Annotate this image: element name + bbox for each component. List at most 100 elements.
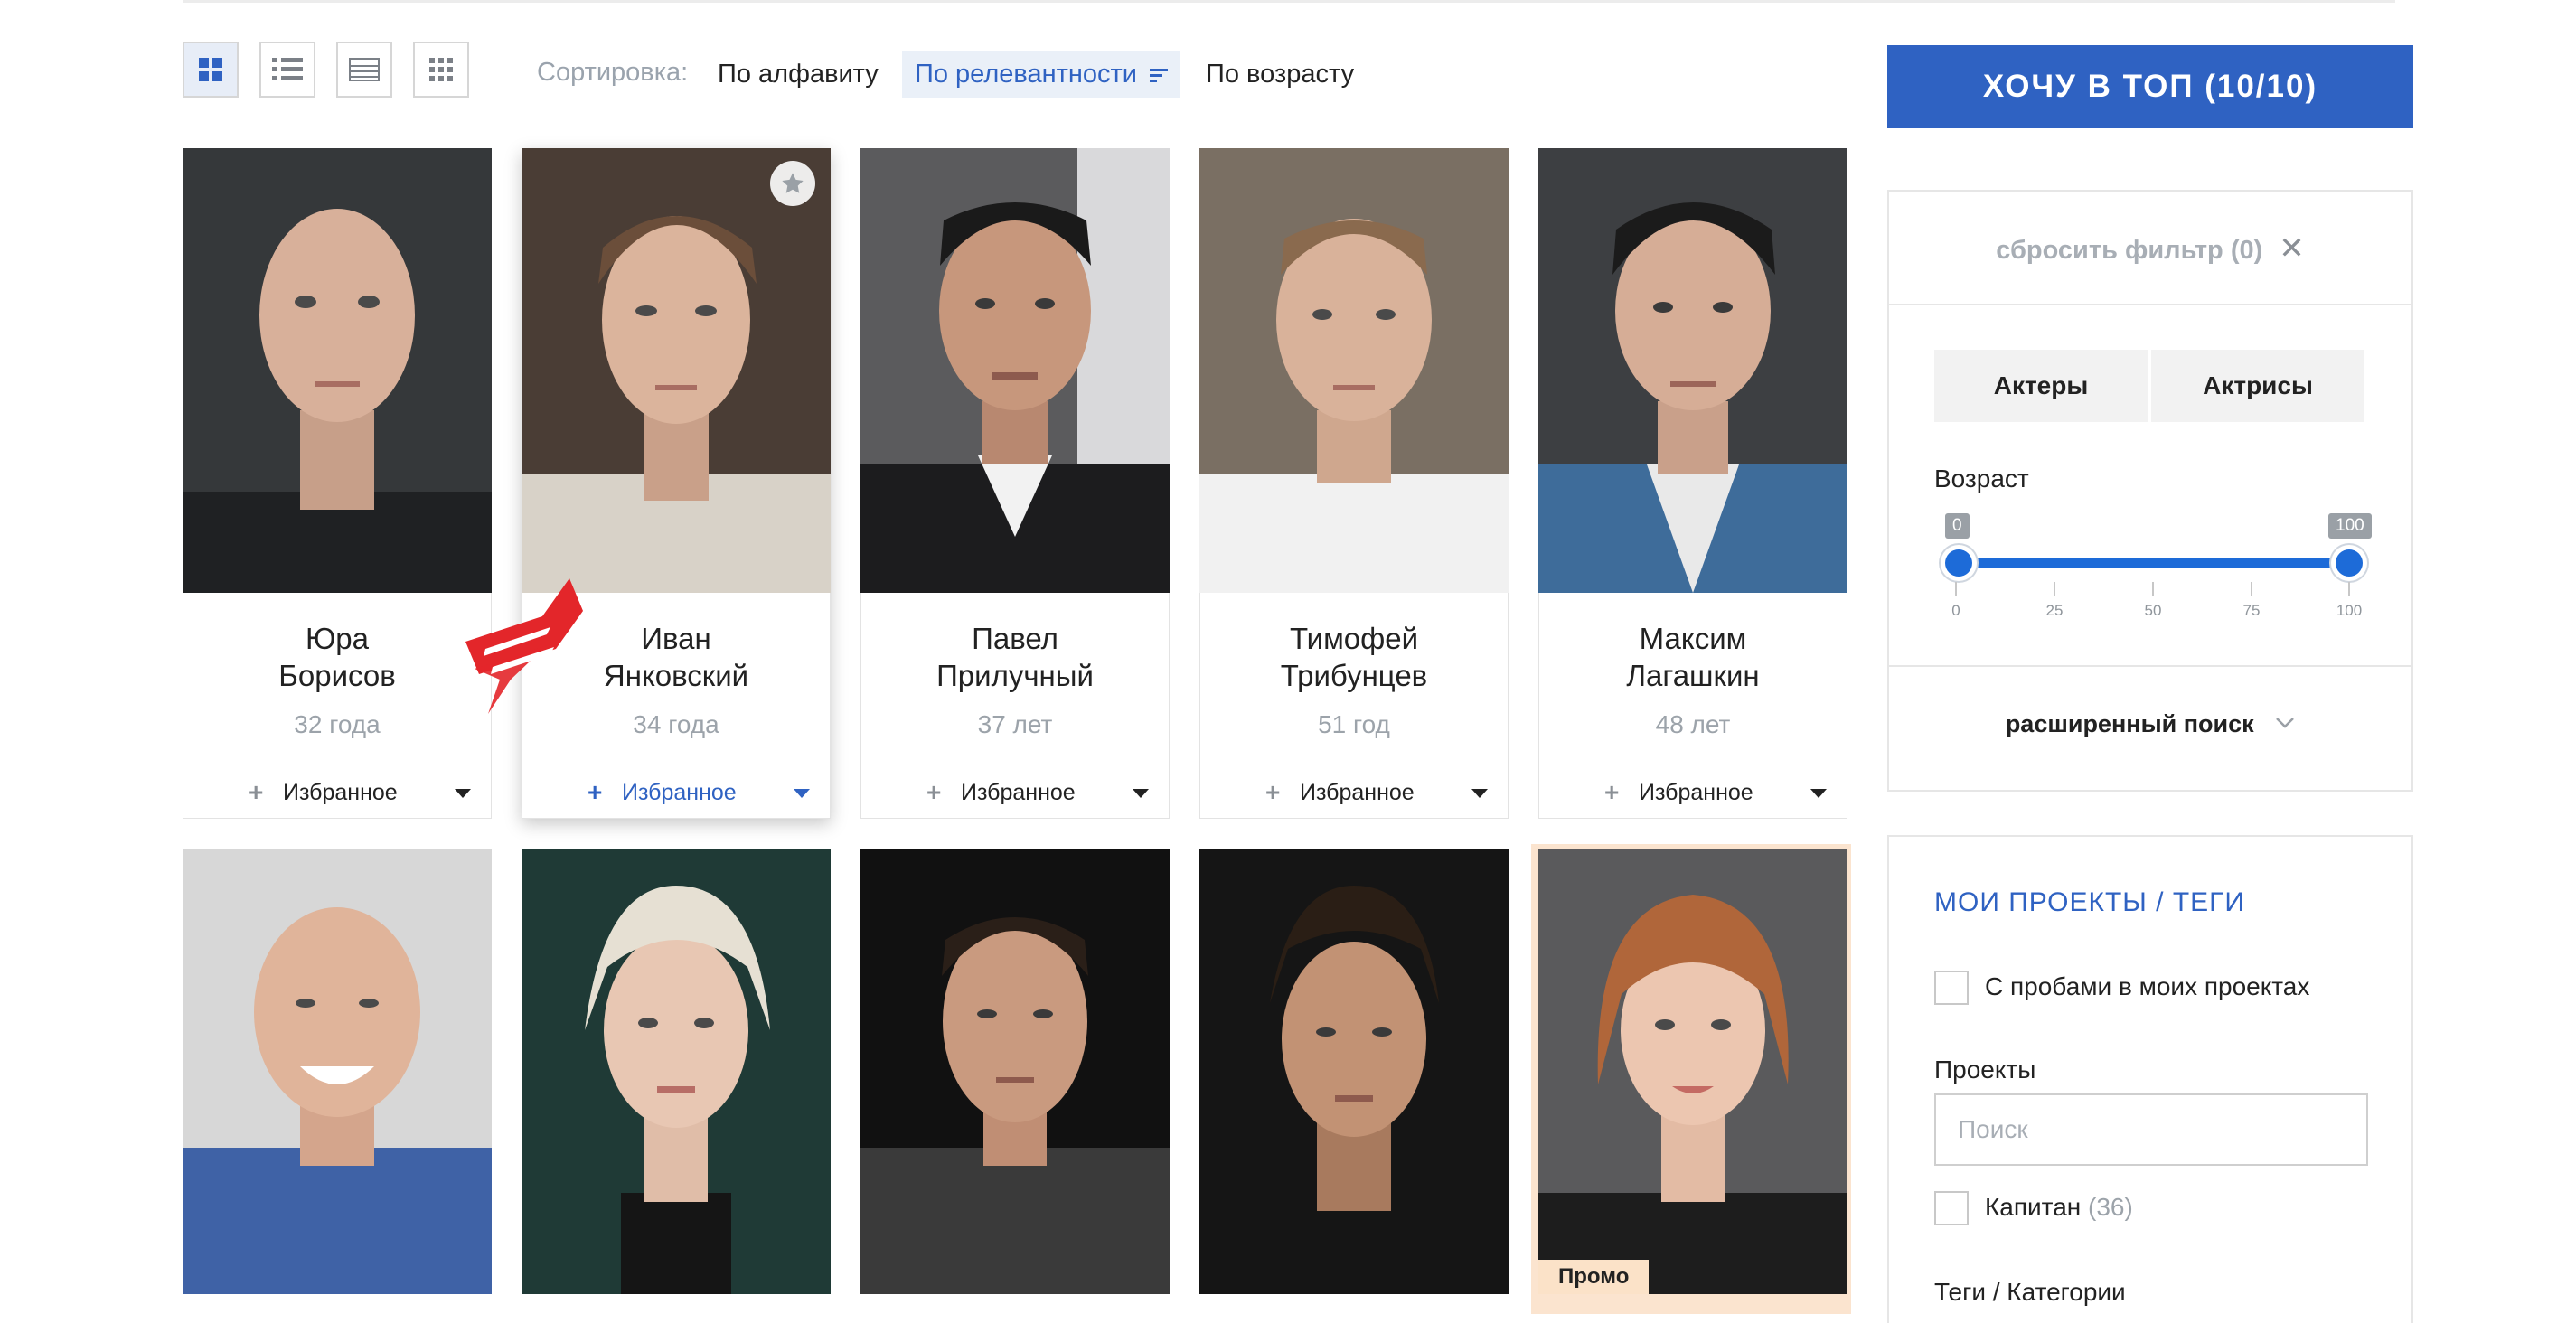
slider-tick-label: 0 xyxy=(1951,602,1960,619)
card-info: Тимофей Трибунцев 51 год + Избранное xyxy=(1199,593,1509,819)
sort-alphabet-option[interactable]: По алфавиту xyxy=(705,51,891,98)
panel-divider xyxy=(1889,665,2411,667)
actor-age: 51 год xyxy=(1318,710,1390,738)
actor-photo[interactable] xyxy=(183,849,492,1294)
card-info: Юра Борисов 32 года + Избранное xyxy=(183,593,492,819)
projects-section-title: МОИ ПРОЕКТЫ / ТЕГИ xyxy=(1934,887,2245,917)
slider-tick xyxy=(2348,582,2350,596)
age-slider-min-handle[interactable] xyxy=(1945,549,1972,577)
slider-tick xyxy=(2054,582,2055,596)
actor-card-promo[interactable]: Промо xyxy=(1538,849,1847,1305)
tags-label: Теги / Категории xyxy=(1934,1278,2126,1306)
reset-filter-label: сбросить фильтр (0) xyxy=(1996,236,2263,265)
actor-card[interactable]: Тимофей Трибунцев 51 год + Избранное xyxy=(1199,148,1509,819)
age-slider-max-handle[interactable] xyxy=(2336,549,2363,577)
actor-card[interactable]: Юра Борисов 32 года + Избранное xyxy=(183,148,492,819)
advanced-search-label: расширенный поиск xyxy=(2005,710,2254,737)
promo-badge: Промо xyxy=(1538,1260,1650,1294)
caret-down-icon[interactable] xyxy=(1471,789,1488,798)
plus-icon: + xyxy=(588,778,603,806)
actor-photo[interactable] xyxy=(860,148,1170,593)
favorite-button[interactable]: + Избранное xyxy=(1200,765,1508,819)
projects-label: Проекты xyxy=(1934,1056,2036,1084)
favorite-label: Избранное xyxy=(622,780,737,805)
sort-label: Сортировка: xyxy=(537,58,689,87)
slider-tick xyxy=(1955,582,1957,596)
card-info: Павел Прилучный 37 лет + Избранное xyxy=(860,593,1170,819)
plus-icon: + xyxy=(1604,778,1620,806)
actor-photo[interactable] xyxy=(522,849,831,1294)
age-min-value: 0 xyxy=(1945,513,1970,539)
actor-photo[interactable] xyxy=(1199,849,1509,1294)
plus-icon: + xyxy=(926,778,942,806)
plus-icon: + xyxy=(1265,778,1281,806)
star-button[interactable] xyxy=(770,161,815,206)
view-grid-large-button[interactable] xyxy=(183,42,239,98)
slider-tick-label: 50 xyxy=(2144,602,2162,619)
actor-card[interactable] xyxy=(183,849,492,1305)
caret-down-icon[interactable] xyxy=(1133,789,1149,798)
actor-photo[interactable]: 17 20 xyxy=(522,148,831,593)
slider-tick-label: 75 xyxy=(2242,602,2261,619)
age-slider-track[interactable] xyxy=(1954,558,2348,568)
tab-actresses[interactable]: Актрисы xyxy=(2151,350,2364,422)
actor-photo[interactable] xyxy=(860,849,1170,1294)
close-icon[interactable]: ✕ xyxy=(2279,192,2305,305)
project-item[interactable]: Капитан (36) xyxy=(1985,1193,2133,1222)
projects-search-input[interactable] xyxy=(1934,1093,2368,1166)
tab-actors[interactable]: Актеры xyxy=(1934,350,2148,422)
top-divider xyxy=(183,0,2395,3)
favorite-button[interactable]: + Избранное xyxy=(522,765,830,819)
actor-card[interactable] xyxy=(860,849,1170,1305)
actor-photo[interactable] xyxy=(1199,148,1509,593)
list-icon xyxy=(272,58,303,80)
actor-photo[interactable] xyxy=(183,148,492,593)
with-tests-checkbox[interactable] xyxy=(1934,971,1969,1005)
actor-card[interactable]: Павел Прилучный 37 лет + Избранное xyxy=(860,148,1170,819)
actor-photo[interactable] xyxy=(1538,148,1847,593)
view-grid-small-button[interactable] xyxy=(413,42,469,98)
want-top-button[interactable]: ХОЧУ В ТОП (10/10) xyxy=(1887,45,2413,128)
sort-age-option[interactable]: По возрасту xyxy=(1193,51,1367,98)
slider-tick xyxy=(2251,582,2252,596)
view-list-button[interactable] xyxy=(259,42,315,98)
actor-card[interactable]: Максим Лагашкин 48 лет + Избранное xyxy=(1538,148,1847,819)
favorite-label: Избранное xyxy=(961,780,1076,805)
with-tests-label[interactable]: С пробами в моих проектах xyxy=(1985,972,2309,1001)
actor-age: 37 лет xyxy=(977,710,1053,738)
actor-name[interactable]: Максим Лагашкин xyxy=(1539,620,1847,694)
slider-tick xyxy=(2152,582,2154,596)
favorite-button[interactable]: + Избранное xyxy=(861,765,1169,819)
age-filter-label: Возраст xyxy=(1934,464,2029,493)
slider-tick-label: 25 xyxy=(2045,602,2064,619)
filter-panel: сбросить фильтр (0) ✕ Актеры Актрисы Возр… xyxy=(1887,190,2413,792)
grid-small-icon xyxy=(429,58,453,81)
project-checkbox[interactable] xyxy=(1934,1191,1969,1225)
actor-card[interactable] xyxy=(522,849,831,1305)
sort-relevance-option[interactable]: По релевантности xyxy=(902,51,1181,98)
favorite-label: Избранное xyxy=(1639,780,1753,805)
table-icon xyxy=(349,58,380,81)
favorite-button[interactable]: + Избранное xyxy=(183,765,491,819)
view-table-button[interactable] xyxy=(336,42,392,98)
reset-filter-button[interactable]: сбросить фильтр (0) ✕ xyxy=(1889,192,2411,305)
project-name: Капитан xyxy=(1985,1193,2082,1221)
actor-name[interactable]: Павел Прилучный xyxy=(861,620,1169,694)
advanced-search-toggle[interactable]: расширенный поиск xyxy=(1889,710,2411,738)
actor-name[interactable]: Тимофей Трибунцев xyxy=(1200,620,1508,694)
age-max-value: 100 xyxy=(2328,513,2372,539)
top-rank-chevron-icon xyxy=(465,578,583,714)
sort-descending-icon xyxy=(1150,69,1169,83)
caret-down-icon[interactable] xyxy=(1810,789,1827,798)
favorite-label: Избранное xyxy=(283,780,398,805)
plus-icon: + xyxy=(249,778,264,806)
caret-down-icon[interactable] xyxy=(794,789,810,798)
favorite-button[interactable]: + Избранное xyxy=(1539,765,1847,819)
actor-card[interactable] xyxy=(1199,849,1509,1305)
sort-relevance-label: По релевантности xyxy=(915,60,1138,89)
actor-name[interactable]: Юра Борисов xyxy=(183,620,491,694)
actor-card[interactable]: 17 20 ИванЯнковский 34 года + Избранное xyxy=(522,148,831,819)
caret-down-icon[interactable] xyxy=(455,789,471,798)
slider-tick-label: 100 xyxy=(2336,602,2363,619)
actor-photo[interactable]: Промо xyxy=(1538,849,1847,1294)
